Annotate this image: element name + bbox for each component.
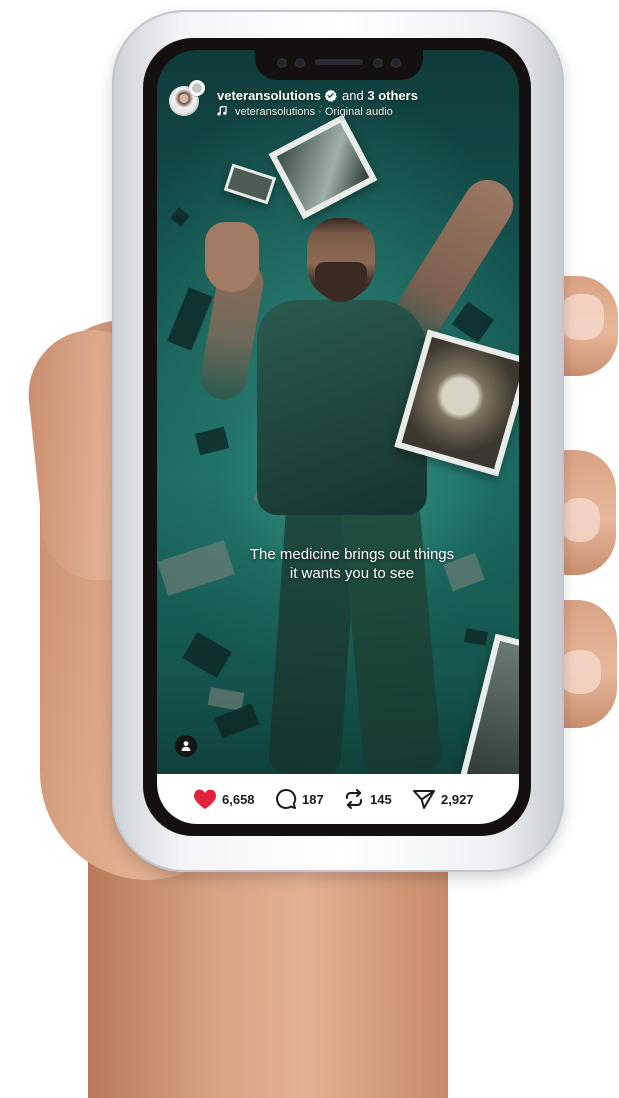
audio-line[interactable]: veteransolutions · Original audio <box>217 106 393 118</box>
repost-count: 145 <box>370 791 392 807</box>
author-name[interactable]: veteransolutions <box>217 88 321 103</box>
share-button[interactable]: 2,927 <box>412 788 474 810</box>
tagged-people-button[interactable] <box>175 735 197 757</box>
heart-icon <box>194 789 216 809</box>
author-line: veteransolutions and 3 others <box>217 88 418 103</box>
like-count: 6,658 <box>222 791 255 807</box>
collab-avatar[interactable] <box>189 80 205 96</box>
caption-line: it wants you to see <box>289 565 415 582</box>
reel-screen[interactable]: veteransolutions and 3 others veteransol… <box>157 50 519 824</box>
reel-caption: The medicine brings out things it wants … <box>217 545 487 583</box>
verified-icon <box>324 89 337 102</box>
caption-line: The medicine brings out things <box>249 546 455 563</box>
phone-notch <box>255 50 423 80</box>
reel-header: veteransolutions and 3 others veteransol… <box>169 80 509 128</box>
like-button[interactable]: 6,658 <box>193 788 255 810</box>
collab-and-text: and <box>342 88 364 103</box>
comment-button[interactable]: 187 <box>275 788 324 810</box>
action-bar: 6,658 187 145 2,927 <box>157 774 519 824</box>
share-count: 2,927 <box>441 791 474 807</box>
audio-label: veteransolutions · Original audio <box>235 106 393 118</box>
repost-icon <box>345 788 363 810</box>
collab-others-link[interactable]: 3 others <box>367 88 418 103</box>
share-icon <box>413 790 435 809</box>
profile-icon <box>181 741 191 751</box>
music-icon <box>217 106 227 116</box>
comment-icon <box>276 788 297 809</box>
comment-count: 187 <box>302 791 324 807</box>
repost-button[interactable]: 145 <box>343 788 392 810</box>
